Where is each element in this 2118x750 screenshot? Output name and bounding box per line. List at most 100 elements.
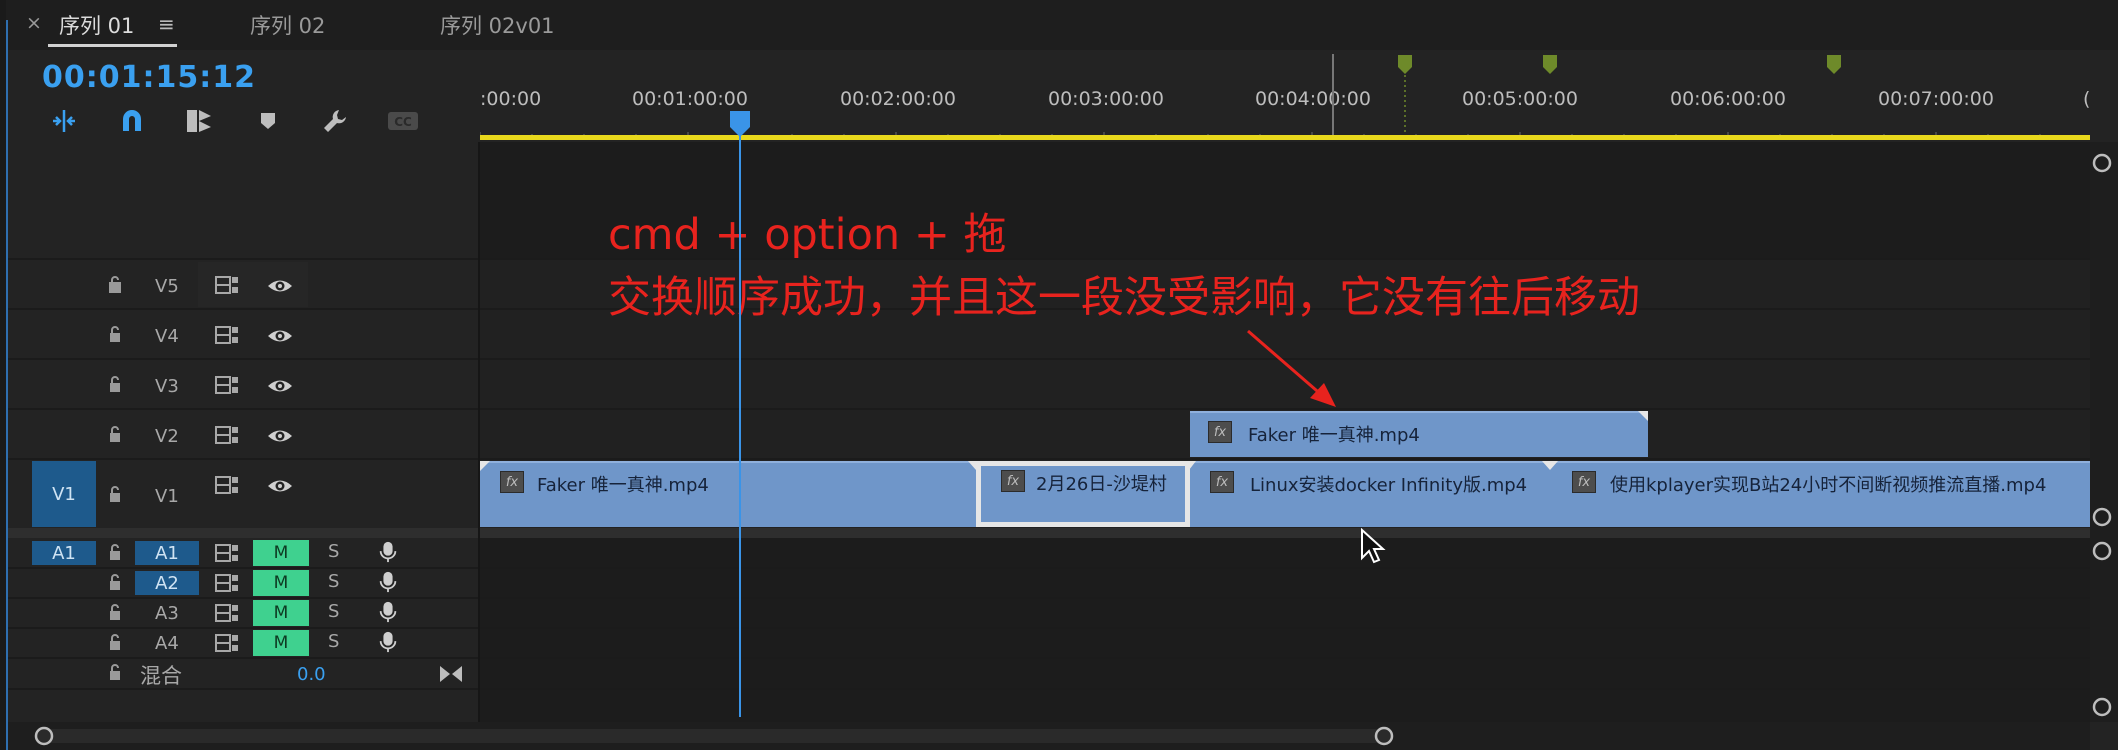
clip-label: 2月26日-沙堤村	[1036, 474, 1167, 495]
track-separator	[8, 567, 2090, 569]
track-separator	[8, 258, 2090, 260]
track-target-a1[interactable]: A1	[135, 541, 199, 565]
playhead-timecode[interactable]: 00:01:15:12	[42, 60, 256, 95]
fx-badge[interactable]: fx	[500, 471, 524, 493]
solo-button-a4[interactable]: S	[328, 631, 339, 652]
fx-badge[interactable]: fx	[1208, 421, 1232, 443]
microphone-icon[interactable]	[375, 601, 401, 623]
eye-icon[interactable]	[267, 475, 293, 497]
video-audio-divider[interactable]	[8, 528, 2090, 538]
sync-lock-icon[interactable]	[214, 474, 240, 496]
mix-volume-value[interactable]: 0.0	[297, 664, 326, 685]
marker-icon[interactable]	[1397, 54, 1413, 76]
clip-label: 使用kplayer实现B站24小时不间断视频推流直播.mp4	[1610, 475, 2047, 496]
work-area-bar[interactable]	[480, 135, 2090, 140]
eye-icon[interactable]	[267, 375, 293, 397]
sync-lock-icon[interactable]	[214, 324, 240, 346]
track-target-a2[interactable]: A2	[135, 571, 199, 595]
captions-icon[interactable]: CC	[386, 106, 420, 136]
track-name-v4: V4	[155, 326, 179, 347]
annotation-arrow	[1247, 329, 1336, 407]
sync-lock-icon[interactable]	[214, 572, 240, 594]
playhead-line[interactable]	[739, 112, 741, 717]
mute-button-a4[interactable]: M	[253, 630, 309, 656]
microphone-icon[interactable]	[375, 541, 401, 563]
lock-icon[interactable]	[107, 425, 123, 443]
scroll-handle-icon[interactable]	[32, 724, 56, 748]
lock-icon[interactable]	[107, 663, 123, 681]
track-separator	[8, 458, 2090, 460]
lock-icon[interactable]	[107, 275, 123, 293]
clip-label: Faker 唯一真神.mp4	[537, 475, 709, 496]
mix-pan-icon[interactable]	[438, 663, 464, 685]
close-tab-icon[interactable]: ×	[26, 12, 42, 34]
header-divider	[478, 142, 480, 722]
microphone-icon[interactable]	[375, 631, 401, 653]
track-name-a3: A3	[155, 603, 179, 624]
mute-button-a2[interactable]: M	[253, 570, 309, 596]
scroll-handle-icon[interactable]	[1372, 724, 1396, 748]
sync-lock-icon[interactable]	[214, 274, 240, 296]
clip-label: Faker 唯一真神.mp4	[1248, 425, 1420, 446]
annotation-shortcut: cmd + option + 拖	[608, 210, 1007, 260]
lock-icon[interactable]	[107, 603, 123, 621]
lock-icon[interactable]	[107, 543, 123, 561]
add-marker-icon[interactable]	[251, 106, 285, 136]
microphone-icon[interactable]	[375, 571, 401, 593]
linked-selection-icon[interactable]	[182, 106, 216, 136]
scroll-handle-icon[interactable]	[2091, 152, 2113, 174]
track-separator	[8, 408, 2090, 410]
eye-icon[interactable]	[267, 275, 293, 297]
snap-magnet-icon[interactable]	[115, 106, 149, 136]
source-patch-v1[interactable]: V1	[32, 461, 96, 527]
time-ruler[interactable]: :00:00 00:01:00:00 00:02:00:00 00:03:00:…	[480, 50, 2090, 142]
lock-icon[interactable]	[107, 375, 123, 393]
lock-icon[interactable]	[107, 633, 123, 651]
track-name-v3: V3	[155, 376, 179, 397]
tab-menu-icon[interactable]: ≡	[158, 12, 175, 36]
clip-label: Linux安装docker Infinity版.mp4	[1250, 475, 1528, 496]
tab-sequence-02[interactable]: 序列 02	[250, 10, 325, 40]
sync-lock-icon[interactable]	[214, 602, 240, 624]
track-name-v2: V2	[155, 426, 179, 447]
track-separator	[8, 358, 2090, 360]
lock-icon[interactable]	[107, 325, 123, 343]
ripple-insert-icon[interactable]	[47, 106, 81, 136]
track-name-a4: A4	[155, 633, 179, 654]
marker-icon[interactable]	[1542, 54, 1558, 76]
sync-lock-icon[interactable]	[214, 374, 240, 396]
eye-icon[interactable]	[267, 425, 293, 447]
fx-badge[interactable]: fx	[1001, 470, 1025, 492]
fx-badge[interactable]: fx	[1572, 471, 1596, 493]
scroll-handle-icon[interactable]	[2091, 696, 2113, 718]
tab-sequence-02v01[interactable]: 序列 02v01	[440, 10, 555, 40]
solo-button-a1[interactable]: S	[328, 541, 339, 562]
lock-icon[interactable]	[107, 485, 123, 503]
source-patch-a1[interactable]: A1	[32, 541, 96, 565]
eye-icon[interactable]	[267, 325, 293, 347]
vertical-scrollbar[interactable]	[2090, 142, 2118, 722]
horizontal-scroll-thumb[interactable]	[42, 729, 1382, 743]
clip-v2-faker[interactable]: fx Faker 唯一真神.mp4	[1190, 411, 1648, 457]
mute-button-a1[interactable]: M	[253, 540, 309, 566]
tab-sequence-01[interactable]: 序列 01	[59, 10, 134, 40]
solo-button-a2[interactable]: S	[328, 571, 339, 592]
lock-icon[interactable]	[107, 573, 123, 591]
sync-lock-icon[interactable]	[214, 632, 240, 654]
mute-button-a3[interactable]: M	[253, 600, 309, 626]
scroll-handle-icon[interactable]	[2091, 506, 2113, 528]
wrench-icon[interactable]	[318, 106, 352, 136]
track-separator	[8, 597, 2090, 599]
svg-text:CC: CC	[394, 115, 412, 129]
panel-focus-border	[6, 20, 8, 750]
sync-lock-icon[interactable]	[214, 542, 240, 564]
active-tab-indicator	[48, 44, 177, 47]
solo-button-a3[interactable]: S	[328, 601, 339, 622]
track-name-v5: V5	[155, 276, 179, 297]
fx-badge[interactable]: fx	[1210, 471, 1234, 493]
track-name-v1: V1	[155, 486, 179, 507]
scroll-handle-icon[interactable]	[2091, 540, 2113, 562]
sync-lock-icon[interactable]	[214, 424, 240, 446]
marker-icon[interactable]	[1826, 54, 1842, 76]
playhead-handle[interactable]	[729, 110, 751, 138]
